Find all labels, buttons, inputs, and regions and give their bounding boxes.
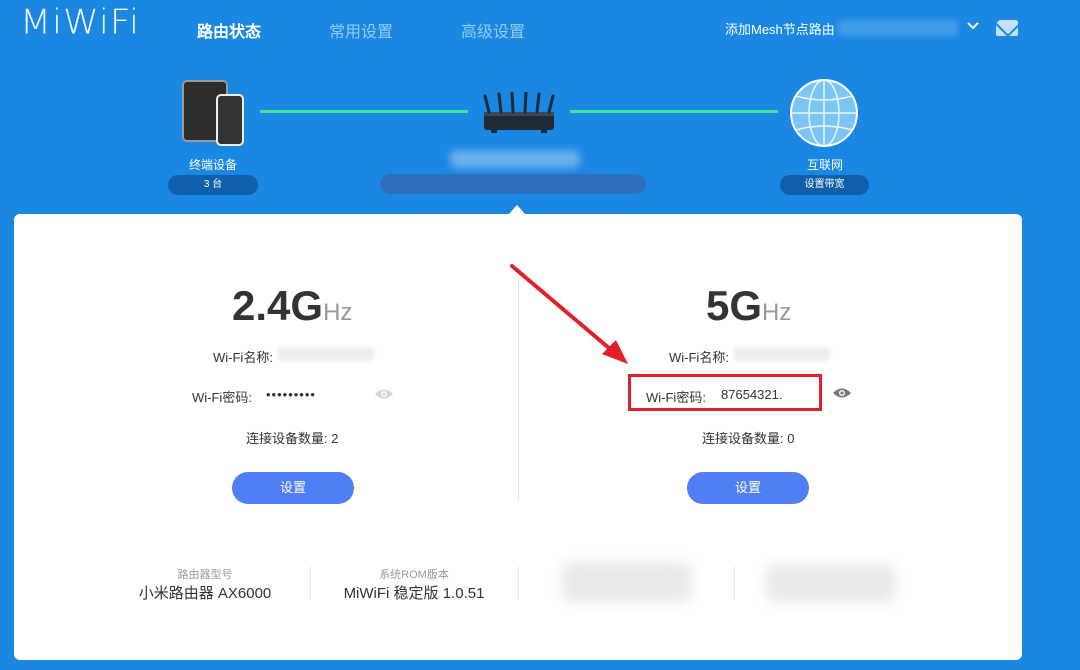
annotation-arrow <box>510 264 628 364</box>
nav-advanced-settings[interactable]: 高级设置 <box>461 18 525 42</box>
wifi24-count-label: 连接设备数量: <box>246 431 328 446</box>
band-5g-value: 5G <box>706 282 763 329</box>
device-link-line <box>260 110 468 113</box>
add-mesh-node-link[interactable]: 添加Mesh节点路由 <box>725 19 835 38</box>
devices-count-badge[interactable]: 3 台 <box>168 175 258 195</box>
band-24g-title: 2.4GHz <box>232 282 352 330</box>
internet-link-line <box>570 110 778 113</box>
wifi5-settings-button[interactable]: 设置 <box>687 472 809 504</box>
wifi24-password-label: Wi-Fi密码: <box>192 390 252 405</box>
wifi24-password-value: ••••••••• <box>266 387 316 402</box>
set-bandwidth-button[interactable]: 设置带宽 <box>780 175 869 195</box>
globe-icon[interactable] <box>789 78 859 148</box>
info-redacted-1 <box>562 562 692 602</box>
wifi24-name-label: Wi-Fi名称: <box>213 350 273 365</box>
show-password-eye-icon[interactable] <box>832 387 852 399</box>
nav-router-status[interactable]: 路由状态 <box>197 18 261 42</box>
router-model-label: 路由器型号 <box>177 569 233 581</box>
info-separator <box>518 562 519 600</box>
router-icon <box>483 92 555 133</box>
router-ssid-redacted <box>450 150 580 168</box>
wifi24-count-value: 2 <box>331 431 339 446</box>
internet-label: 互联网 <box>806 158 843 172</box>
wifi24-settings-button[interactable]: 设置 <box>232 472 354 504</box>
wifi5-count-value: 0 <box>787 431 795 446</box>
devices-icon[interactable] <box>180 78 246 146</box>
band-24g-unit: Hz <box>323 299 353 326</box>
wifi5-name-label: Wi-Fi名称: <box>669 350 729 365</box>
wifi24-name-redacted <box>278 347 374 361</box>
band-5g-unit: Hz <box>762 299 792 326</box>
show-password-eye-icon[interactable] <box>374 388 394 400</box>
wifi5-name-redacted <box>734 347 830 361</box>
miwifi-logo: MiWiFi <box>20 3 140 42</box>
main-nav: 路由状态 常用设置 高级设置 <box>197 18 593 42</box>
band-5g-title: 5GHz <box>706 282 791 330</box>
wifi-status-card: 2.4GHz Wi-Fi名称: Wi-Fi密码: ••••••••• 连接设备数… <box>14 214 1022 660</box>
rom-version-label: 系统ROM版本 <box>379 569 449 581</box>
router-info-redacted <box>380 174 646 194</box>
wifi5-device-count: 连接设备数量: 0 <box>702 428 794 447</box>
info-separator <box>310 562 311 600</box>
band-24g-value: 2.4G <box>232 282 324 329</box>
wifi24-device-count: 连接设备数量: 2 <box>246 428 338 447</box>
password-highlight-box <box>628 374 822 411</box>
rom-version-value: MiWiFi 稳定版 1.0.51 <box>343 585 485 602</box>
chevron-down-icon[interactable] <box>966 18 980 32</box>
nav-common-settings[interactable]: 常用设置 <box>329 18 393 42</box>
router-model-value: 小米路由器 AX6000 <box>138 585 272 602</box>
info-separator <box>734 562 735 600</box>
info-redacted-2 <box>766 564 896 602</box>
devices-label: 终端设备 <box>188 158 237 172</box>
router-name-redacted <box>838 20 958 36</box>
mail-icon[interactable] <box>996 20 1018 36</box>
wifi5-count-label: 连接设备数量: <box>702 431 784 446</box>
phone-icon <box>216 94 244 146</box>
